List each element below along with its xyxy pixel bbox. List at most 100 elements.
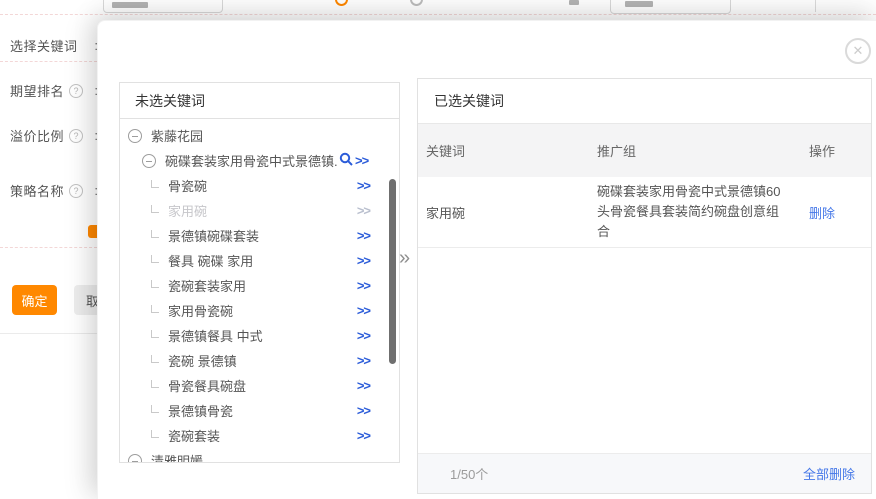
tree-branch-icon — [151, 330, 159, 338]
bid-input-fragment[interactable] — [103, 0, 223, 13]
tree-branch-icon — [151, 355, 159, 363]
orange-status-icon[interactable] — [335, 0, 348, 6]
delete-all-link[interactable]: 全部删除 — [803, 464, 855, 483]
keyword-label: 瓷碗套装 — [168, 426, 220, 445]
campaign-label: 紫藤花园 — [151, 126, 203, 145]
collapse-icon[interactable] — [128, 454, 142, 464]
table-header: 关键词 推广组 操作 — [418, 124, 871, 177]
keyword-label: 家用碗 — [168, 201, 207, 220]
tree-branch-icon — [151, 305, 159, 313]
collapse-icon[interactable] — [128, 129, 142, 143]
selected-count: 1/50个 — [450, 464, 488, 483]
divider — [815, 0, 816, 12]
form-row-expected-rank: 期望排名 ? : — [10, 81, 98, 100]
gray-status-icon[interactable] — [410, 0, 423, 6]
keyword-tree: 紫藤花园 碗碟套装家用骨瓷中式景德镇... >> 骨瓷碗 >> — [120, 119, 399, 463]
bid-input-fragment-2[interactable] — [610, 0, 731, 14]
text-fragment — [569, 0, 579, 5]
help-icon[interactable]: ? — [69, 129, 83, 143]
tree-adgroup-row: 碗碟套装家用骨瓷中式景德镇... >> — [120, 148, 399, 173]
table-row: 家用碗 碗碟套装家用骨瓷中式景德镇60头骨瓷餐具套装简约碗盘创意组合 删除 — [418, 177, 871, 248]
section-divider — [0, 14, 876, 15]
field-label: 选择关键词 — [10, 36, 78, 55]
add-keyword-arrow-button[interactable]: >> — [357, 253, 370, 268]
input-text-fragment — [112, 2, 148, 8]
tree-branch-icon — [151, 430, 159, 438]
unselected-keywords-panel: 未选关键词 紫藤花园 碗碟套装家用骨瓷中式景德镇... >> — [119, 82, 400, 463]
form-row-premium-ratio: 溢价比例 ? : — [10, 126, 98, 145]
tree-keyword-row: 餐具 碗碟 家用 >> — [120, 248, 399, 273]
tree-branch-icon — [151, 230, 159, 238]
collapse-icon[interactable] — [142, 154, 156, 168]
add-keyword-arrow-button[interactable]: >> — [357, 278, 370, 293]
tree-keyword-row-disabled: 家用碗 >> — [120, 198, 399, 223]
section-divider — [0, 333, 97, 334]
tree-keyword-row: 瓷碗 景德镇 >> — [120, 348, 399, 373]
keyword-label: 瓷碗套装家用 — [168, 276, 246, 295]
add-all-arrow-button[interactable]: >> — [355, 153, 368, 168]
keyword-cell: 家用碗 — [418, 203, 597, 222]
empty-area — [418, 248, 871, 453]
close-icon[interactable]: ✕ — [845, 38, 871, 64]
keyword-label: 景德镇碗碟套装 — [168, 226, 259, 245]
keyword-label: 骨瓷餐具碗盘 — [168, 376, 246, 395]
panel-title: 已选关键词 — [418, 79, 871, 124]
adgroup-label: 碗碟套装家用骨瓷中式景德镇... — [165, 151, 337, 170]
tree-branch-icon — [151, 380, 159, 388]
keyword-label: 骨瓷碗 — [168, 176, 207, 195]
tree-group-row: 紫藤花园 — [120, 123, 399, 148]
campaign-label: 清雅明媛 — [151, 451, 203, 463]
add-keyword-arrow-button[interactable]: >> — [357, 303, 370, 318]
selected-keywords-panel: 已选关键词 关键词 推广组 操作 家用碗 碗碟套装家用骨瓷中式景德镇60头骨瓷餐… — [417, 78, 872, 494]
tree-keyword-row: 景德镇餐具 中式 >> — [120, 323, 399, 348]
add-keyword-arrow-button[interactable]: >> — [357, 228, 370, 243]
add-keyword-arrow-button[interactable]: >> — [357, 328, 370, 343]
section-divider — [0, 61, 97, 62]
tree-keyword-row: 瓷碗套装 >> — [120, 423, 399, 448]
help-icon[interactable]: ? — [69, 84, 83, 98]
tree-branch-icon — [151, 255, 159, 263]
column-header-keyword: 关键词 — [418, 141, 597, 160]
add-keyword-arrow-button[interactable]: >> — [357, 378, 370, 393]
input-text-fragment — [625, 1, 653, 7]
field-label: 策略名称 — [10, 181, 64, 200]
tree-branch-icon — [151, 280, 159, 288]
keyword-picker-modal: ✕ 未选关键词 紫藤花园 碗碟套装家用骨瓷中式景德镇... >> — [97, 20, 876, 499]
column-header-adgroup: 推广组 — [597, 141, 795, 160]
search-icon[interactable] — [339, 152, 353, 169]
add-keyword-arrow-button[interactable]: >> — [357, 353, 370, 368]
delete-link[interactable]: 删除 — [809, 206, 835, 221]
add-keyword-arrow-button: >> — [357, 203, 370, 218]
field-label: 溢价比例 — [10, 126, 64, 145]
tree-branch-icon — [151, 180, 159, 188]
tree-keyword-row: 骨瓷碗 >> — [120, 173, 399, 198]
keyword-label: 家用骨瓷碗 — [168, 301, 233, 320]
add-keyword-arrow-button[interactable]: >> — [357, 428, 370, 443]
panel-footer: 1/50个 全部删除 — [418, 453, 871, 493]
tree-keyword-row: 景德镇骨瓷 >> — [120, 398, 399, 423]
orange-tag-fragment — [88, 225, 97, 238]
column-header-action: 操作 — [795, 141, 871, 160]
section-divider — [0, 247, 97, 248]
transfer-right-icon[interactable]: » — [399, 248, 410, 268]
help-icon[interactable]: ? — [69, 184, 83, 198]
confirm-button[interactable]: 确定 — [12, 285, 57, 315]
tree-keyword-row: 景德镇碗碟套装 >> — [120, 223, 399, 248]
add-keyword-arrow-button[interactable]: >> — [357, 178, 370, 193]
tree-branch-icon — [151, 405, 159, 413]
keyword-label: 景德镇骨瓷 — [168, 401, 233, 420]
form-row-select-keywords: 选择关键词 : — [10, 36, 98, 55]
adgroup-cell: 碗碟套装家用骨瓷中式景德镇60头骨瓷餐具套装简约碗盘创意组合 — [597, 177, 795, 247]
tree-branch-icon — [151, 205, 159, 213]
tree-keyword-row: 瓷碗套装家用 >> — [120, 273, 399, 298]
keyword-label: 瓷碗 景德镇 — [168, 351, 237, 370]
form-row-strategy-name: 策略名称 ? : — [10, 181, 98, 200]
tree-group-row-clipped: 清雅明媛 — [120, 448, 399, 463]
tree-keyword-row: 家用骨瓷碗 >> — [120, 298, 399, 323]
tree-keyword-row: 骨瓷餐具碗盘 >> — [120, 373, 399, 398]
add-keyword-arrow-button[interactable]: >> — [357, 403, 370, 418]
keyword-label: 景德镇餐具 中式 — [168, 326, 263, 345]
field-label: 期望排名 — [10, 81, 64, 100]
tree-scrollbar[interactable] — [389, 179, 396, 364]
panel-title: 未选关键词 — [120, 83, 399, 119]
